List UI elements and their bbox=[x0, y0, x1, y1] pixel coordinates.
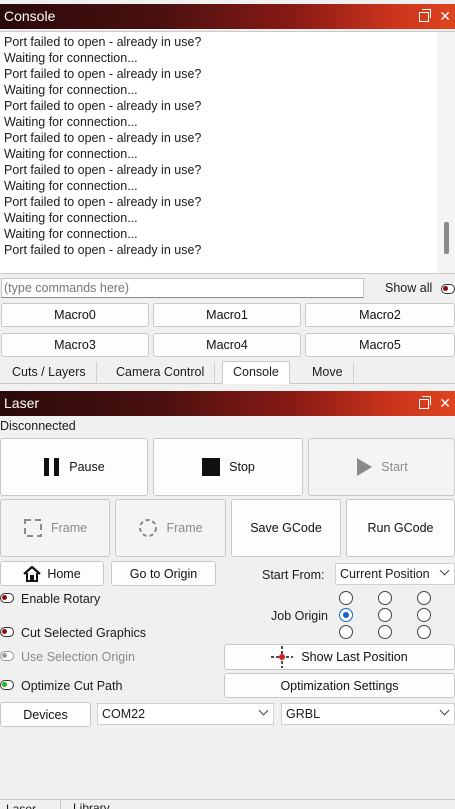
job-origin-radio-bc[interactable] bbox=[378, 625, 392, 639]
frame-rect-icon bbox=[23, 519, 42, 537]
start-from-value: Current Position bbox=[340, 567, 430, 581]
chevron-down-icon bbox=[439, 565, 450, 576]
tab-cuts-layers[interactable]: Cuts / Layers bbox=[2, 362, 97, 384]
show-all-toggle[interactable] bbox=[441, 284, 455, 294]
frame-round-button[interactable]: Frame bbox=[115, 499, 226, 557]
chevron-down-icon bbox=[258, 705, 269, 716]
job-origin-label: Job Origin bbox=[271, 609, 328, 623]
stop-button[interactable]: Stop bbox=[153, 438, 303, 496]
console-output[interactable]: Port failed to open - already in use? Wai… bbox=[0, 31, 455, 274]
home-button[interactable]: Home bbox=[0, 561, 104, 586]
laser-titlebar: Laser ✕ bbox=[0, 391, 455, 416]
start-label: Start bbox=[381, 460, 408, 474]
enable-rotary-label: Enable Rotary bbox=[21, 592, 101, 606]
port-select[interactable]: COM22 bbox=[97, 703, 274, 725]
tab-library[interactable]: Library bbox=[60, 800, 110, 809]
save-gcode-button[interactable]: Save GCode bbox=[231, 499, 341, 557]
console-scrollbar[interactable] bbox=[437, 32, 455, 273]
job-origin-radio-bl[interactable] bbox=[339, 625, 353, 639]
macro3-button[interactable]: Macro3 bbox=[1, 333, 149, 357]
start-button[interactable]: Start bbox=[308, 438, 455, 496]
tab-move[interactable]: Move bbox=[302, 362, 354, 384]
console-line: Port failed to open - already in use? bbox=[4, 195, 202, 209]
console-line: Port failed to open - already in use? bbox=[4, 67, 202, 81]
job-origin-radio-tl[interactable] bbox=[339, 591, 353, 605]
bottom-tabbar: Laser Library bbox=[0, 799, 455, 809]
console-lines: Port failed to open - already in use? Wai… bbox=[0, 32, 455, 258]
close-icon[interactable]: ✕ bbox=[439, 4, 451, 29]
job-origin-radio-mc[interactable] bbox=[378, 608, 392, 622]
job-origin-radio-mr[interactable] bbox=[417, 608, 431, 622]
console-titlebar: Console ✕ bbox=[0, 4, 455, 29]
float-panel-icon[interactable] bbox=[419, 8, 432, 22]
macro4-button[interactable]: Macro4 bbox=[153, 333, 301, 357]
job-origin-radio-tc[interactable] bbox=[378, 591, 392, 605]
frame-circle-icon bbox=[139, 519, 158, 537]
use-selection-origin-label: Use Selection Origin bbox=[21, 650, 135, 664]
controller-value: GRBL bbox=[286, 707, 321, 721]
crosshair-icon bbox=[271, 646, 294, 668]
macro2-button[interactable]: Macro2 bbox=[305, 303, 455, 327]
console-line: Waiting for connection... bbox=[4, 51, 138, 65]
play-icon bbox=[357, 458, 373, 476]
enable-rotary-toggle[interactable] bbox=[0, 593, 14, 603]
job-origin-radio-br[interactable] bbox=[417, 625, 431, 639]
console-line: Waiting for connection... bbox=[4, 179, 138, 193]
start-from-select[interactable]: Current Position bbox=[335, 563, 455, 585]
devices-button[interactable]: Devices bbox=[0, 702, 91, 727]
show-last-position-label: Show Last Position bbox=[301, 650, 408, 664]
home-icon bbox=[23, 565, 42, 582]
job-origin-radio-tr[interactable] bbox=[417, 591, 431, 605]
go-to-origin-button[interactable]: Go to Origin bbox=[111, 561, 216, 586]
float-panel-icon[interactable] bbox=[419, 395, 432, 409]
pause-label: Pause bbox=[69, 460, 105, 474]
optimize-cut-path-label: Optimize Cut Path bbox=[21, 679, 123, 693]
command-input[interactable] bbox=[1, 278, 364, 298]
home-label: Home bbox=[47, 566, 81, 581]
macro5-button[interactable]: Macro5 bbox=[305, 333, 455, 357]
optimization-settings-button[interactable]: Optimization Settings bbox=[224, 673, 455, 698]
close-icon[interactable]: ✕ bbox=[439, 391, 451, 416]
pause-button[interactable]: Pause bbox=[0, 438, 148, 496]
chevron-down-icon bbox=[439, 705, 450, 716]
scrollbar-thumb[interactable] bbox=[444, 222, 449, 254]
console-title: Console bbox=[4, 8, 56, 24]
frame2-label: Frame bbox=[166, 521, 203, 535]
show-last-position-button[interactable]: Show Last Position bbox=[224, 644, 455, 670]
cut-selected-label: Cut Selected Graphics bbox=[21, 626, 147, 640]
console-line: Port failed to open - already in use? bbox=[4, 243, 202, 257]
console-line: Waiting for connection... bbox=[4, 147, 138, 161]
job-origin-radio-ml[interactable] bbox=[339, 608, 353, 622]
controller-select[interactable]: GRBL bbox=[281, 703, 455, 725]
console-line: Waiting for connection... bbox=[4, 227, 138, 241]
panel-tabbar: Cuts / Layers Camera Control Console Mov… bbox=[0, 361, 455, 384]
start-from-label: Start From: bbox=[262, 568, 325, 582]
frame-button[interactable]: Frame bbox=[0, 499, 110, 557]
macro0-button[interactable]: Macro0 bbox=[1, 303, 149, 327]
port-value: COM22 bbox=[102, 707, 146, 721]
console-line: Waiting for connection... bbox=[4, 83, 138, 97]
console-line: Waiting for connection... bbox=[4, 115, 138, 129]
tab-camera-control[interactable]: Camera Control bbox=[106, 362, 216, 384]
console-line: Port failed to open - already in use? bbox=[4, 35, 202, 49]
cut-selected-toggle[interactable] bbox=[0, 627, 14, 637]
stop-icon bbox=[202, 458, 221, 476]
use-selection-origin-toggle[interactable] bbox=[0, 651, 14, 661]
tab-console[interactable]: Console bbox=[222, 361, 290, 384]
console-line: Port failed to open - already in use? bbox=[4, 99, 202, 113]
macro1-button[interactable]: Macro1 bbox=[153, 303, 301, 327]
connection-status: Disconnected bbox=[0, 419, 76, 433]
console-line: Port failed to open - already in use? bbox=[4, 131, 202, 145]
show-all-label: Show all bbox=[385, 281, 433, 295]
laser-title: Laser bbox=[4, 395, 40, 411]
stop-label: Stop bbox=[229, 460, 255, 474]
console-line: Port failed to open - already in use? bbox=[4, 163, 202, 177]
optimize-cut-path-toggle[interactable] bbox=[0, 680, 14, 690]
tab-laser[interactable]: Laser bbox=[6, 801, 36, 809]
run-gcode-button[interactable]: Run GCode bbox=[346, 499, 455, 557]
pause-icon bbox=[44, 458, 60, 476]
console-line: Waiting for connection... bbox=[4, 211, 138, 225]
frame-label: Frame bbox=[50, 521, 88, 535]
